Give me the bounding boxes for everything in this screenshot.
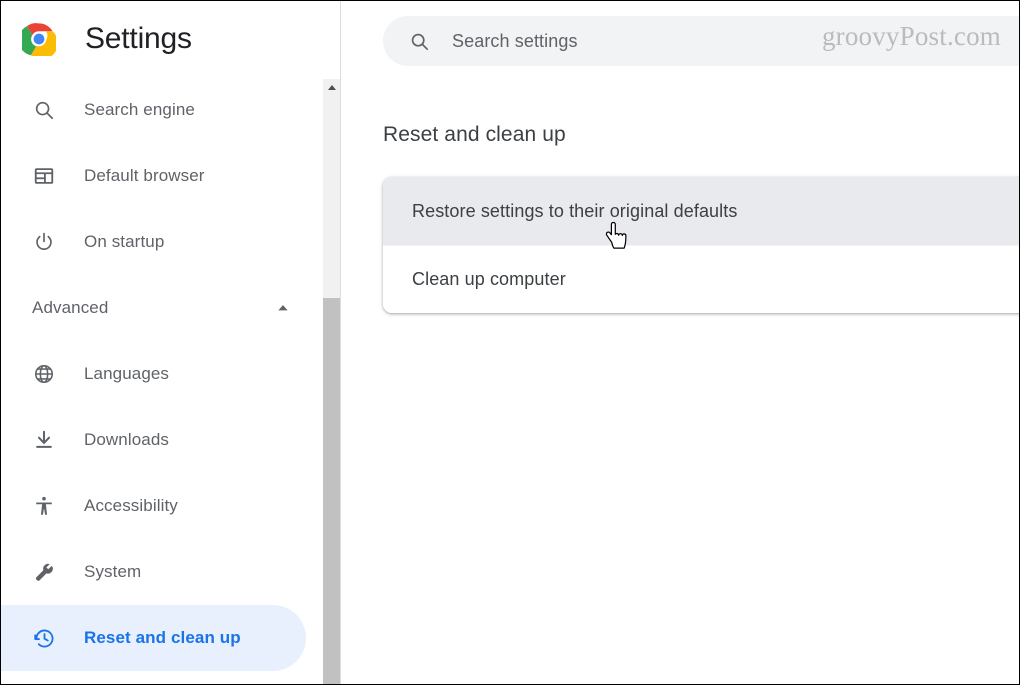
row-restore-settings-defaults[interactable]: Restore settings to their original defau… (383, 177, 1019, 245)
scroll-up-triangle (327, 85, 336, 90)
settings-main-content: Search settings groovyPost.com Reset and… (341, 1, 1019, 684)
globe-icon (32, 362, 56, 386)
row-clean-up-computer[interactable]: Clean up computer (383, 245, 1019, 313)
chrome-settings-window: Settings Search engine Default browser O… (0, 0, 1020, 685)
sidebar-item-downloads[interactable]: Downloads (1, 407, 323, 473)
chrome-logo-icon (18, 22, 58, 60)
sidebar-item-label: Default browser (84, 166, 205, 185)
sidebar-item-accessibility[interactable]: Accessibility (1, 473, 323, 539)
sidebar-item-search-engine[interactable]: Search engine (1, 77, 323, 143)
sidebar-item-label: On startup (84, 232, 165, 251)
chevron-up-icon[interactable] (275, 300, 291, 316)
sidebar-scrollbar[interactable] (323, 1, 340, 684)
search-input-placeholder[interactable]: Search settings (452, 31, 578, 52)
sidebar-item-system[interactable]: System (1, 539, 323, 605)
scroll-up-arrow-icon[interactable] (323, 79, 340, 96)
sidebar-section-label: Advanced (32, 298, 109, 317)
browser-window-icon (32, 164, 56, 188)
sidebar-nav: Search engine Default browser On startup… (1, 77, 323, 671)
sidebar-item-label: Search engine (84, 100, 195, 119)
sidebar-section-advanced[interactable]: Advanced (1, 275, 323, 341)
accessibility-icon (32, 494, 56, 518)
row-label: Clean up computer (412, 269, 566, 289)
page-title: Settings (85, 22, 192, 55)
sidebar-item-label: System (84, 562, 142, 581)
sidebar-item-label: Reset and clean up (84, 628, 241, 647)
search-icon (32, 98, 56, 122)
watermark-text: groovyPost.com (821, 21, 1001, 51)
sidebar-item-label: Downloads (84, 430, 170, 449)
section-heading-reset-and-clean-up: Reset and clean up (383, 123, 566, 146)
download-icon (32, 428, 56, 452)
sidebar-item-label: Languages (84, 364, 170, 383)
sidebar-item-label: Accessibility (84, 496, 178, 515)
sidebar-item-default-browser[interactable]: Default browser (1, 143, 323, 209)
sidebar-item-languages[interactable]: Languages (1, 341, 323, 407)
power-icon (32, 230, 56, 254)
sidebar-item-reset-and-clean-up[interactable]: Reset and clean up (1, 605, 306, 671)
row-label: Restore settings to their original defau… (412, 200, 738, 221)
wrench-icon (32, 560, 56, 584)
settings-sidebar: Settings Search engine Default browser O… (1, 1, 323, 684)
reset-options-card: Restore settings to their original defau… (383, 177, 1019, 313)
scrollbar-thumb[interactable] (323, 298, 340, 684)
restore-history-icon (32, 626, 56, 650)
search-icon (408, 30, 430, 52)
sidebar-item-on-startup[interactable]: On startup (1, 209, 323, 275)
brand-header: Settings (1, 1, 323, 77)
